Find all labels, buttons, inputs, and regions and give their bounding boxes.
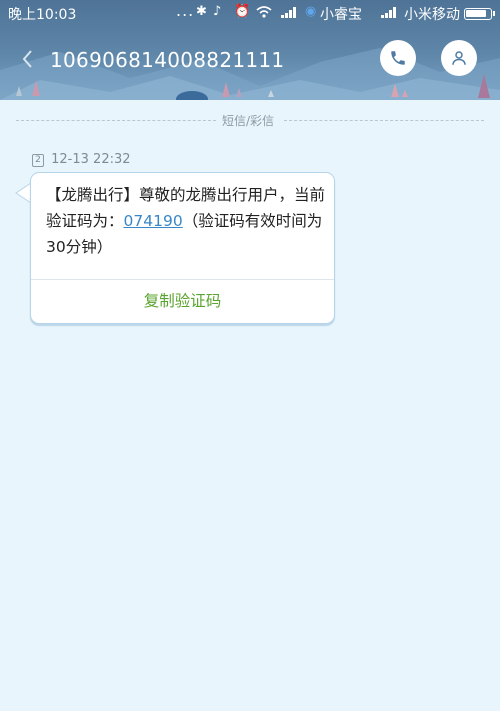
- phone-icon: [391, 51, 405, 65]
- title-bar: 106906814008821111: [0, 32, 500, 88]
- call-button[interactable]: [380, 40, 416, 76]
- message-timestamp: 12-13 22:32: [51, 152, 131, 167]
- signal-icon: [281, 7, 296, 18]
- message-bubble[interactable]: 【龙腾出行】尊敬的龙腾出行用户，当前验证码为：074190（验证码有效时间为30…: [30, 172, 335, 324]
- status-overflow-dots: ...: [176, 1, 195, 20]
- carrier-label: 小米移动: [404, 7, 460, 23]
- battery-level: [466, 10, 486, 17]
- message-type-label: 短信/彩信: [222, 114, 275, 128]
- sender-number: 106906814008821111: [50, 48, 285, 72]
- back-arrow-icon[interactable]: [14, 44, 42, 74]
- message-text: 【龙腾出行】尊敬的龙腾出行用户，当前验证码为：074190（验证码有效时间为30…: [46, 182, 328, 260]
- app-header: 晚上10:03 ... ✱ ♪ ⏰ ◉ 小睿宝 小米移动 10690681400…: [0, 0, 500, 100]
- person-icon: [452, 51, 466, 65]
- sim-slot-badge: 2: [32, 154, 44, 167]
- verification-code-link[interactable]: 074190: [124, 212, 183, 230]
- alarm-icon: ⏰: [234, 4, 251, 19]
- status-bar: 晚上10:03 ... ✱ ♪ ⏰ ◉ 小睿宝 小米移动: [0, 0, 500, 26]
- signal-icon-2: [381, 7, 396, 18]
- assistant-icon: ◉: [305, 4, 317, 19]
- copy-code-button[interactable]: 复制验证码: [31, 280, 334, 323]
- assistant-label: 小睿宝: [320, 7, 362, 23]
- message-meta: 2 12-13 22:32: [32, 152, 131, 167]
- status-time: 晚上10:03: [8, 7, 77, 23]
- bluetooth-icon: ✱: [196, 4, 207, 19]
- contact-button[interactable]: [441, 40, 477, 76]
- divider-line-right: [284, 120, 484, 121]
- wifi-icon: [256, 6, 272, 18]
- divider-line-left: [16, 120, 216, 121]
- battery-icon: [464, 8, 495, 20]
- message-type-divider: 短信/彩信: [0, 112, 500, 130]
- silent-icon: ♪: [213, 4, 222, 19]
